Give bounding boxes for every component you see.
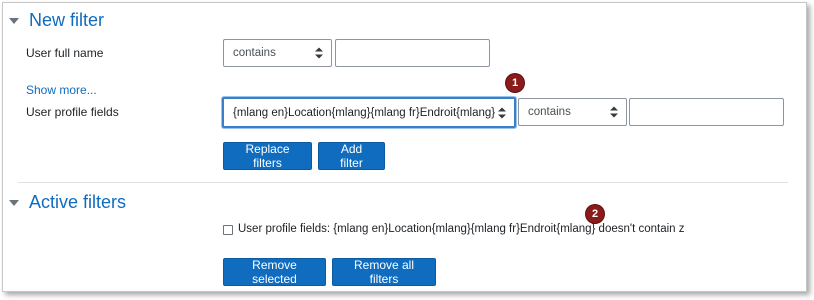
replace-filters-button[interactable]: Replace filters bbox=[223, 142, 312, 170]
profile-field-value: {mlang en}Location{mlang}{mlang fr}Endro… bbox=[233, 106, 496, 119]
user-profile-fields-label: User profile fields bbox=[26, 105, 119, 119]
collapse-caret-icon[interactable] bbox=[9, 17, 19, 24]
filter-panel: New filter User full name contains Show … bbox=[2, 2, 807, 292]
new-filter-title: New filter bbox=[29, 10, 105, 30]
select-arrows-icon bbox=[498, 107, 506, 118]
annotation-marker-1: 1 bbox=[506, 74, 524, 92]
active-filter-checkbox[interactable] bbox=[223, 225, 233, 235]
active-filters-title: Active filters bbox=[29, 192, 127, 212]
show-more-link[interactable]: Show more... bbox=[26, 83, 97, 97]
profile-field-operator-value: contains bbox=[528, 106, 571, 118]
active-filters-header[interactable]: Active filters bbox=[9, 192, 126, 213]
profile-field-operator-select[interactable]: contains bbox=[518, 98, 627, 126]
remove-all-filters-button[interactable]: Remove all filters bbox=[332, 258, 436, 286]
collapse-caret-icon[interactable] bbox=[9, 199, 19, 206]
user-full-name-input[interactable] bbox=[335, 39, 490, 67]
section-divider bbox=[18, 182, 788, 183]
user-full-name-label: User full name bbox=[26, 46, 104, 60]
profile-field-select[interactable]: {mlang en}Location{mlang}{mlang fr}Endro… bbox=[222, 97, 516, 128]
annotation-marker-2: 2 bbox=[586, 205, 604, 223]
select-arrows-icon bbox=[610, 106, 618, 118]
add-filter-button[interactable]: Add filter bbox=[318, 142, 385, 170]
new-filter-header[interactable]: New filter bbox=[9, 10, 104, 31]
profile-field-value-input[interactable] bbox=[629, 98, 784, 126]
remove-selected-button[interactable]: Remove selected bbox=[223, 258, 326, 286]
user-full-name-operator-select[interactable]: contains bbox=[223, 39, 332, 67]
active-filter-text: User profile fields: {mlang en}Location{… bbox=[238, 223, 685, 235]
select-arrows-icon bbox=[315, 47, 323, 59]
user-full-name-operator-value: contains bbox=[233, 47, 276, 59]
